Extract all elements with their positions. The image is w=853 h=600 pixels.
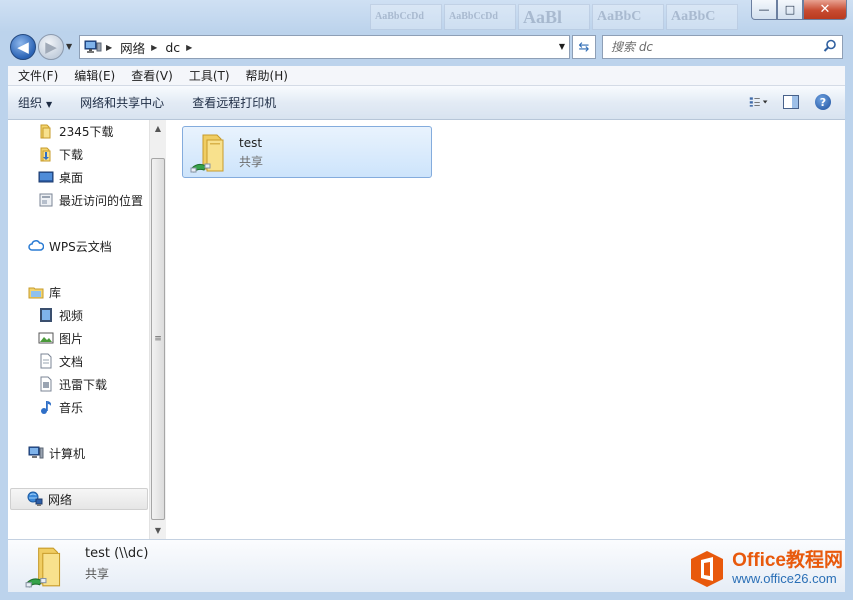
breadcrumb-trailing[interactable]: ▶: [186, 43, 200, 52]
back-button[interactable]: ◀: [10, 34, 36, 60]
window-controls: — □ ✕: [751, 0, 847, 20]
arrow-right-icon: ▶: [45, 38, 57, 56]
breadcrumb-dc[interactable]: ▶ dc: [151, 40, 180, 55]
background-ribbon-style-5: AaBbC: [666, 4, 738, 30]
network-location-icon: [84, 39, 102, 55]
nav-item-wps-cloud[interactable]: WPS云文档: [28, 236, 112, 256]
breadcrumb-separator-icon[interactable]: ▶: [151, 43, 157, 52]
background-ribbon-style-1: AaBbCcDd: [370, 4, 442, 30]
help-icon[interactable]: ?: [815, 94, 831, 110]
nav-pane-scrollbar[interactable]: ▲ ≡ ▼: [149, 120, 166, 539]
pictures-library-icon: [38, 330, 54, 346]
change-view-button[interactable]: [749, 94, 769, 110]
nav-item-libraries[interactable]: 库: [28, 282, 61, 302]
nav-item-desktop[interactable]: 桌面: [38, 167, 83, 187]
command-bar: 组织 ▼ 网络和共享中心 查看远程打印机 ?: [8, 86, 845, 120]
shared-folder-name: test: [239, 136, 263, 150]
grip-icon: ≡: [154, 334, 162, 344]
cloud-icon: [28, 238, 44, 254]
shared-folder-icon: [189, 131, 233, 175]
background-ribbon-style-2: AaBbCcDd: [444, 4, 516, 30]
search-icon[interactable]: [823, 39, 837, 53]
preview-pane-button[interactable]: [783, 94, 801, 110]
recent-pages-dropdown[interactable]: ▼: [66, 42, 72, 51]
office-logo-icon: [688, 550, 726, 588]
desktop-icon: [38, 169, 54, 185]
nav-item-music[interactable]: 音乐: [38, 397, 83, 417]
content-area: test 共享: [166, 120, 845, 539]
details-title: test (\\dc): [85, 546, 149, 561]
scroll-up-arrow-icon[interactable]: ▲: [150, 120, 166, 137]
background-ribbon-style-4: AaBbC: [592, 4, 664, 30]
video-library-icon: [38, 307, 54, 323]
network-icon: [27, 491, 43, 507]
organize-button[interactable]: 组织 ▼: [18, 94, 52, 111]
nav-item-recent-places[interactable]: 最近访问的位置: [38, 190, 143, 210]
folder-icon: [38, 123, 54, 139]
nav-item-documents[interactable]: 文档: [38, 351, 83, 371]
menu-edit[interactable]: 编辑(E): [66, 67, 123, 84]
scroll-down-arrow-icon[interactable]: ▼: [150, 522, 166, 539]
download-folder-icon: [38, 146, 54, 162]
breadcrumb-separator-icon[interactable]: ▶: [106, 43, 112, 52]
forward-button[interactable]: ▶: [38, 34, 64, 60]
background-ribbon-style-3: AaBl: [518, 4, 590, 30]
library-icon: [28, 284, 44, 300]
search-box[interactable]: [602, 35, 843, 59]
watermark-text: Office教程网 www.office26.com: [732, 551, 843, 587]
address-bar[interactable]: ▶ 网络 ▶ dc ▶ ▼: [79, 35, 570, 59]
breadcrumb-network[interactable]: ▶ 网络: [106, 38, 145, 57]
navigation-pane: 2345下载 下载 桌面 最近访问的位置 WPS云文档 库 视频 图片 文档 迅…: [8, 120, 166, 539]
command-bar-right: ?: [749, 94, 831, 110]
music-library-icon: [38, 399, 54, 415]
search-input[interactable]: [611, 37, 811, 57]
shared-folder-tile[interactable]: test 共享: [182, 126, 432, 178]
maximize-button[interactable]: □: [777, 0, 803, 20]
breadcrumb-separator-icon[interactable]: ▶: [186, 43, 192, 52]
nav-item-videos[interactable]: 视频: [38, 305, 83, 325]
nav-item-computer[interactable]: 计算机: [28, 443, 85, 463]
chevron-down-icon: ▼: [46, 100, 53, 109]
watermark: Office教程网 www.office26.com: [688, 550, 843, 588]
menu-file[interactable]: 文件(F): [10, 67, 66, 84]
thunder-download-icon: [38, 376, 54, 392]
network-sharing-center-button[interactable]: 网络和共享中心: [80, 94, 164, 111]
refresh-button[interactable]: ⇆: [572, 35, 596, 59]
shared-folder-type: 共享: [239, 155, 264, 169]
minimize-button[interactable]: —: [751, 0, 777, 20]
nav-item-network[interactable]: 网络: [10, 488, 148, 510]
view-remote-printers-button[interactable]: 查看远程打印机: [192, 94, 276, 111]
menu-bar: 文件(F) 编辑(E) 查看(V) 工具(T) 帮助(H): [8, 66, 845, 86]
address-history-dropdown[interactable]: ▼: [559, 42, 565, 51]
menu-help[interactable]: 帮助(H): [238, 67, 296, 84]
documents-library-icon: [38, 353, 54, 369]
shared-folder-large-icon: [24, 544, 70, 590]
scrollbar-thumb[interactable]: ≡: [151, 158, 165, 520]
menu-view[interactable]: 查看(V): [123, 67, 181, 84]
refresh-icon: ⇆: [578, 39, 590, 55]
menu-tools[interactable]: 工具(T): [181, 67, 238, 84]
address-row: ◀ ▶ ▼ ▶ 网络 ▶ dc ▶ ▼ ⇆: [0, 32, 853, 62]
view-options-icon: [749, 97, 768, 107]
title-bar: AaBbCcDd AaBbCcDd AaBl AaBbC AaBbC — □ ✕: [0, 0, 853, 32]
preview-pane-icon: [783, 95, 799, 109]
watermark-url: www.office26.com: [732, 571, 837, 586]
nav-item-pictures[interactable]: 图片: [38, 328, 83, 348]
watermark-brand: Office教程网: [732, 550, 843, 571]
nav-item-2345-download[interactable]: 2345下载: [38, 121, 114, 141]
nav-item-thunder-download[interactable]: 迅雷下载: [38, 374, 107, 394]
details-subtitle: 共享: [85, 567, 110, 581]
close-button[interactable]: ✕: [803, 0, 847, 20]
recent-places-icon: [38, 192, 54, 208]
nav-item-downloads[interactable]: 下载: [38, 144, 83, 164]
computer-icon: [28, 445, 44, 461]
arrow-left-icon: ◀: [17, 38, 29, 56]
